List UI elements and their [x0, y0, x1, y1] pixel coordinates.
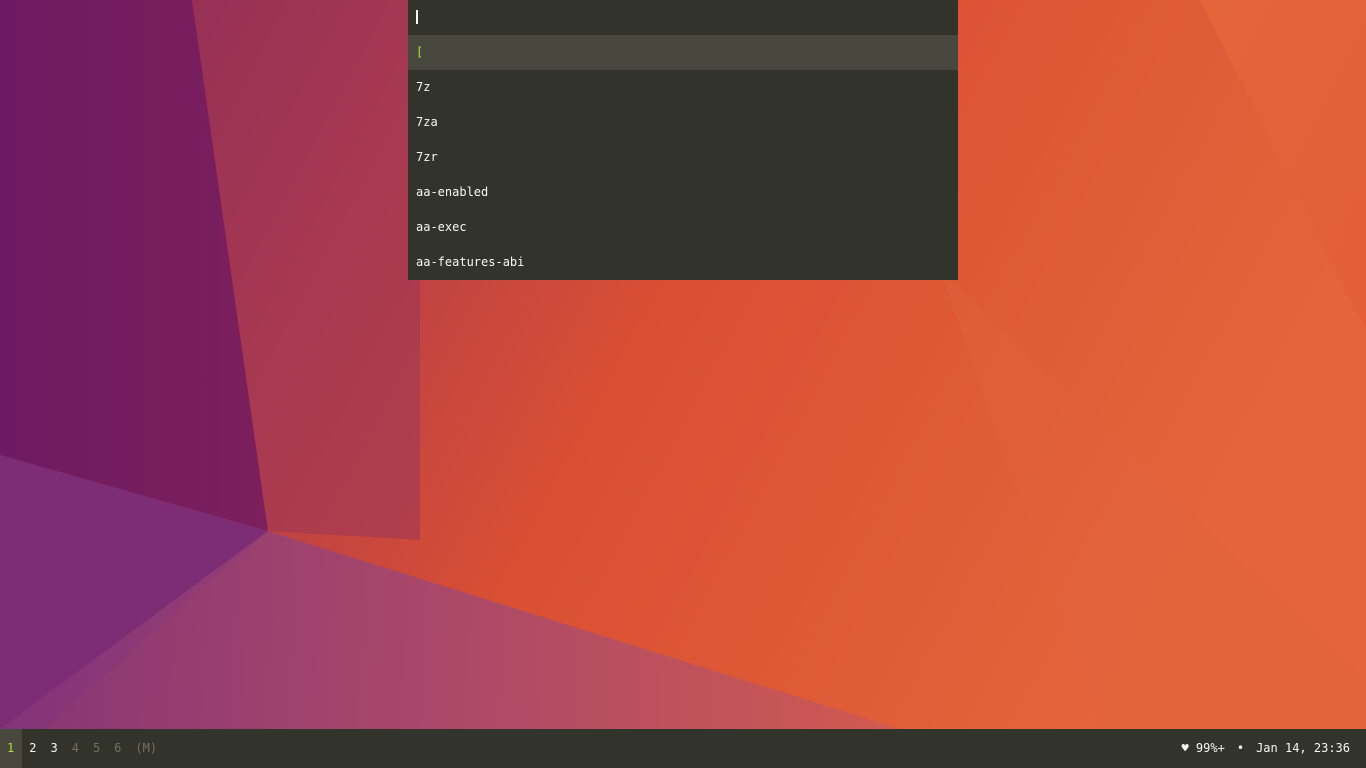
workspace-1[interactable]: 1: [0, 729, 23, 768]
text-cursor: [416, 10, 418, 24]
status-area: ♥ 99%+ • Jan 14, 23:36: [1181, 729, 1350, 768]
launcher-result-item[interactable]: 7z: [408, 70, 958, 105]
workspace-5[interactable]: 5: [86, 729, 107, 768]
battery-status: ♥ 99%+: [1181, 741, 1225, 755]
layout-mode-indicator: (M): [135, 741, 158, 755]
workspace-switcher: 1 2 3 4 5 6 (M): [0, 729, 157, 768]
workspace-2[interactable]: 2: [22, 729, 43, 768]
launcher-results-list: [ 7z 7za 7zr aa-enabled aa-exec aa-featu…: [408, 35, 958, 280]
launcher-result-item[interactable]: aa-features-abi: [408, 245, 958, 280]
clock: Jan 14, 23:36: [1256, 741, 1350, 755]
launcher-result-item[interactable]: [: [408, 35, 958, 70]
workspace-3[interactable]: 3: [43, 729, 64, 768]
workspace-4[interactable]: 4: [65, 729, 86, 768]
workspace-6[interactable]: 6: [107, 729, 128, 768]
app-launcher: [ 7z 7za 7zr aa-enabled aa-exec aa-featu…: [408, 0, 958, 280]
status-bar: 1 2 3 4 5 6 (M) ♥ 99%+ • Jan 14, 23:36: [0, 729, 1366, 768]
launcher-search-input[interactable]: [408, 0, 958, 35]
launcher-result-item[interactable]: 7za: [408, 105, 958, 140]
launcher-result-item[interactable]: aa-enabled: [408, 175, 958, 210]
launcher-result-item[interactable]: aa-exec: [408, 210, 958, 245]
launcher-result-item[interactable]: 7zr: [408, 140, 958, 175]
status-separator: •: [1236, 741, 1245, 755]
